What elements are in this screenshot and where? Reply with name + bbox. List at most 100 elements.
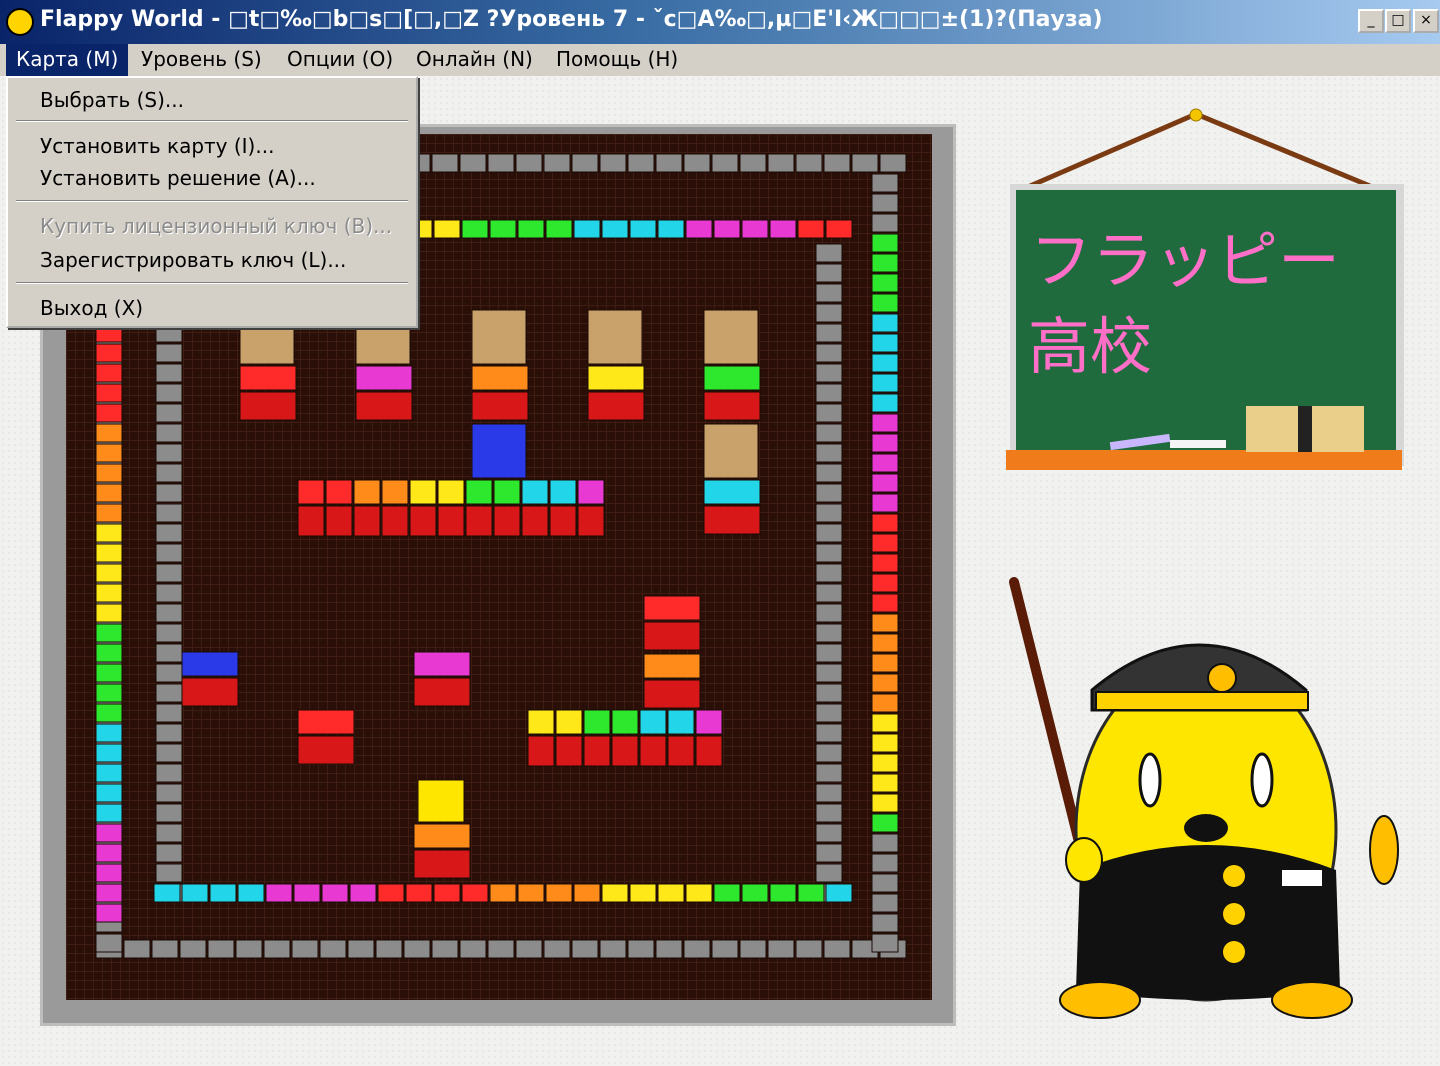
rainbow-brick [95, 463, 123, 483]
menu-options[interactable]: Опции (O) [277, 44, 403, 76]
rainbow-brick [545, 219, 573, 239]
wall-brick [795, 939, 823, 959]
wall-brick [871, 933, 899, 953]
pillar [381, 505, 409, 537]
rainbow-brick [95, 803, 123, 823]
wall-brick [815, 503, 843, 523]
wall-brick [815, 723, 843, 743]
app-icon[interactable] [6, 8, 34, 36]
wall-brick [155, 543, 183, 563]
rainbow-brick [713, 219, 741, 239]
pillar [409, 505, 437, 537]
maximize-button[interactable]: □ [1385, 9, 1411, 33]
wall-brick [155, 643, 183, 663]
wall-brick [871, 173, 899, 193]
rainbow-brick [377, 883, 405, 903]
menu-level[interactable]: Уровень (S) [131, 44, 272, 76]
wall-brick [155, 703, 183, 723]
wall-brick [155, 483, 183, 503]
menu-help[interactable]: Помощь (H) [546, 44, 688, 76]
map-menu-dropdown: Выбрать (S)... Установить карту (I)... У… [6, 76, 418, 328]
platform-brick [587, 365, 645, 391]
minimize-button[interactable]: _ [1358, 9, 1384, 33]
rainbow-brick [95, 363, 123, 383]
wall-brick [155, 623, 183, 643]
platform-brick [239, 365, 297, 391]
rainbow-brick [601, 883, 629, 903]
wall-brick [815, 383, 843, 403]
wall-brick [459, 939, 487, 959]
wall-brick [851, 153, 879, 173]
menu-exit[interactable]: Выход (X) [40, 294, 143, 322]
rainbow-brick [95, 903, 123, 923]
rainbow-brick [797, 219, 825, 239]
rainbow-brick [685, 219, 713, 239]
wall-brick [571, 939, 599, 959]
wall-brick [515, 939, 543, 959]
close-icon: × [1420, 12, 1432, 28]
rainbow-brick [95, 603, 123, 623]
pillar [413, 677, 471, 707]
rainbow-brick [517, 219, 545, 239]
menu-map[interactable]: Карта (M) [6, 44, 129, 76]
wall-brick [95, 933, 123, 953]
wall-brick [155, 803, 183, 823]
menu-install-map[interactable]: Установить карту (I)... [40, 132, 274, 160]
platform-brick [181, 651, 239, 677]
rainbow-brick [713, 883, 741, 903]
menu-register-key[interactable]: Зарегистрировать ключ (L)... [40, 246, 346, 274]
menu-install-solution[interactable]: Установить решение (A)... [40, 164, 316, 192]
wall-brick [155, 823, 183, 843]
rainbow-brick [405, 883, 433, 903]
rainbow-brick [871, 633, 899, 653]
wall-brick [431, 939, 459, 959]
wall-brick [815, 583, 843, 603]
platform-brick [643, 595, 701, 621]
wall-brick [683, 939, 711, 959]
pillar [639, 735, 667, 767]
wall-brick [683, 153, 711, 173]
platform-brick [353, 479, 381, 505]
rainbow-brick [95, 383, 123, 403]
rainbow-brick [95, 843, 123, 863]
rainbow-brick [95, 823, 123, 843]
wall-brick [543, 153, 571, 173]
rainbow-brick [871, 273, 899, 293]
wall-brick [155, 843, 183, 863]
menu-separator [16, 282, 408, 284]
wall-brick [815, 603, 843, 623]
wall-brick [155, 723, 183, 743]
wall-brick [155, 423, 183, 443]
wall-brick [403, 939, 431, 959]
rainbow-brick [871, 733, 899, 753]
rainbow-brick [95, 343, 123, 363]
menu-choose[interactable]: Выбрать (S)... [40, 86, 184, 114]
wall-brick [815, 823, 843, 843]
rainbow-brick [321, 883, 349, 903]
rainbow-brick [573, 883, 601, 903]
platform-brick [695, 709, 723, 735]
wall-brick [815, 263, 843, 283]
minimize-icon: _ [1367, 12, 1375, 28]
rainbow-brick [461, 219, 489, 239]
close-button[interactable]: × [1413, 9, 1439, 33]
rainbow-brick [871, 693, 899, 713]
pillar [297, 735, 355, 765]
pillar [297, 505, 325, 537]
title-bar[interactable]: Flappy World - □t□‰□b□s□[□,□Z ?Уровень 7… [0, 0, 1440, 44]
wall-brick [155, 363, 183, 383]
wall-brick [871, 193, 899, 213]
menu-online[interactable]: Онлайн (N) [406, 44, 543, 76]
rainbow-brick [95, 583, 123, 603]
wall-brick [319, 939, 347, 959]
pillar [643, 621, 701, 651]
rainbow-brick [95, 483, 123, 503]
wall-brick [155, 603, 183, 623]
maximize-icon: □ [1391, 12, 1405, 28]
rainbow-brick [769, 883, 797, 903]
platform-brick [413, 823, 471, 849]
wall-brick [627, 153, 655, 173]
platform-brick [381, 479, 409, 505]
wall-brick [571, 153, 599, 173]
rainbow-brick [95, 763, 123, 783]
